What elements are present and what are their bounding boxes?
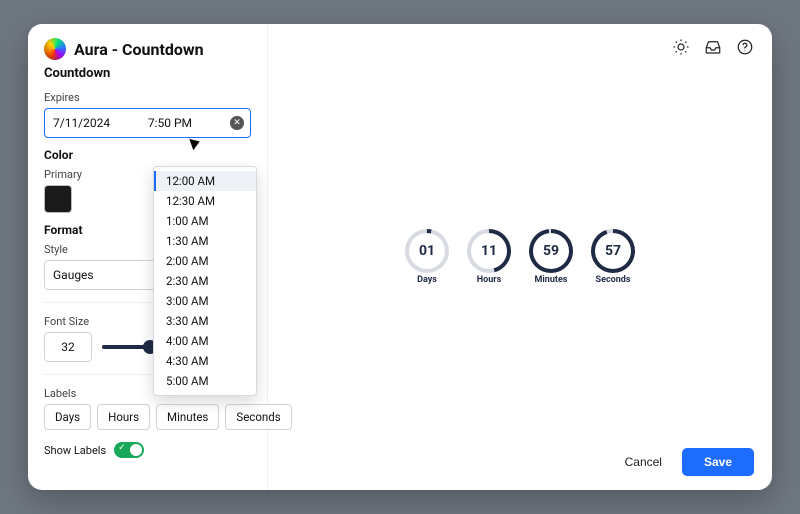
expires-datetime-input[interactable]: 7/11/2024 7:50 PM ✕: [44, 108, 251, 138]
help-icon[interactable]: [736, 38, 754, 56]
gauge-unit: Days: [402, 275, 452, 285]
time-option[interactable]: 2:00 AM: [154, 251, 256, 271]
widget-type-label: Countdown: [44, 66, 251, 81]
countdown-editor-modal: Aura - Countdown Countdown Expires 7/11/…: [28, 24, 772, 490]
time-option[interactable]: 4:00 AM: [154, 331, 256, 351]
color-section-header: Color: [44, 148, 251, 162]
label-chip[interactable]: Hours: [97, 404, 150, 430]
gauge: 57 Seconds: [588, 229, 638, 285]
time-option[interactable]: 3:00 AM: [154, 291, 256, 311]
label-chip[interactable]: Minutes: [156, 404, 219, 430]
gauge-unit: Seconds: [588, 275, 638, 285]
show-labels-label: Show Labels: [44, 444, 106, 457]
label-chip[interactable]: Days: [44, 404, 91, 430]
time-option[interactable]: 3:30 AM: [154, 311, 256, 331]
save-button[interactable]: Save: [682, 448, 754, 476]
gauge-unit: Minutes: [526, 275, 576, 285]
time-option[interactable]: 12:30 AM: [154, 191, 256, 211]
expires-date-value[interactable]: 7/11/2024: [53, 116, 110, 130]
theme-icon[interactable]: [672, 38, 690, 56]
gauge-value: 57: [591, 229, 635, 273]
gauge-value: 01: [405, 229, 449, 273]
gauge: 59 Minutes: [526, 229, 576, 285]
time-option[interactable]: 1:30 AM: [154, 231, 256, 251]
aura-logo-icon: [44, 38, 66, 60]
preview-pane: 01 Days 11 Hours 59 Minutes 57 Seconds Cancel S…: [268, 24, 772, 490]
style-select-value: Gauges: [53, 268, 94, 282]
time-dropdown-menu[interactable]: 12:00 AM12:30 AM1:00 AM1:30 AM2:00 AM2:3…: [153, 166, 257, 396]
time-option[interactable]: 1:00 AM: [154, 211, 256, 231]
clear-datetime-icon[interactable]: ✕: [230, 116, 244, 130]
gauge-value: 11: [467, 229, 511, 273]
show-labels-toggle[interactable]: ✓: [114, 442, 144, 458]
time-option[interactable]: 4:30 AM: [154, 351, 256, 371]
expires-label: Expires: [44, 91, 251, 104]
expires-time-value[interactable]: 7:50 PM: [148, 116, 192, 130]
gauge-value: 59: [529, 229, 573, 273]
app-title: Aura - Countdown: [74, 40, 204, 59]
time-option[interactable]: 12:00 AM: [154, 171, 256, 191]
time-option[interactable]: 5:00 AM: [154, 371, 256, 391]
inbox-icon[interactable]: [704, 38, 722, 56]
time-option[interactable]: 2:30 AM: [154, 271, 256, 291]
font-size-value[interactable]: 32: [44, 332, 92, 362]
cancel-button[interactable]: Cancel: [617, 449, 670, 475]
primary-color-swatch[interactable]: [44, 185, 72, 213]
gauge: 01 Days: [402, 229, 452, 285]
gauge: 11 Hours: [464, 229, 514, 285]
gauge-unit: Hours: [464, 275, 514, 285]
